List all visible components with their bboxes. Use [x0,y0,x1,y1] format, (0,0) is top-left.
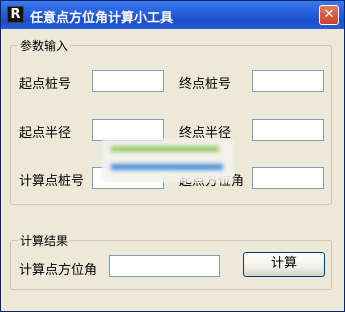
start-stake-label: 起点桩号 [19,77,72,92]
start-radius-input[interactable] [92,119,164,141]
calc-stake-input[interactable] [92,167,164,189]
start-azimuth-label: 起点方位角 [179,174,245,189]
start-radius-label: 起点半径 [19,126,72,141]
calculate-button[interactable]: 计算 [243,252,325,277]
result-group-legend: 计算结果 [18,232,71,249]
end-stake-input[interactable] [252,70,324,92]
calc-azimuth-output[interactable] [109,255,220,277]
close-button[interactable]: ✕ [319,5,339,25]
start-azimuth-input[interactable] [252,167,324,189]
app-window: R 任意点方位角计算小工具 ✕ 参数输入 起点桩号 终点桩号 起点半径 终点半径… [0,0,345,312]
end-stake-label: 终点桩号 [179,77,232,92]
end-radius-input[interactable] [252,119,324,141]
title-bar[interactable]: R 任意点方位角计算小工具 ✕ [1,1,344,29]
window-title: 任意点方位角计算小工具 [30,11,174,26]
end-radius-label: 终点半径 [179,126,232,141]
calc-stake-label: 计算点桩号 [19,174,85,189]
calc-azimuth-label: 计算点方位角 [19,263,98,278]
start-stake-input[interactable] [92,70,164,92]
input-group-legend: 参数输入 [18,37,71,54]
app-icon: R [7,6,24,23]
